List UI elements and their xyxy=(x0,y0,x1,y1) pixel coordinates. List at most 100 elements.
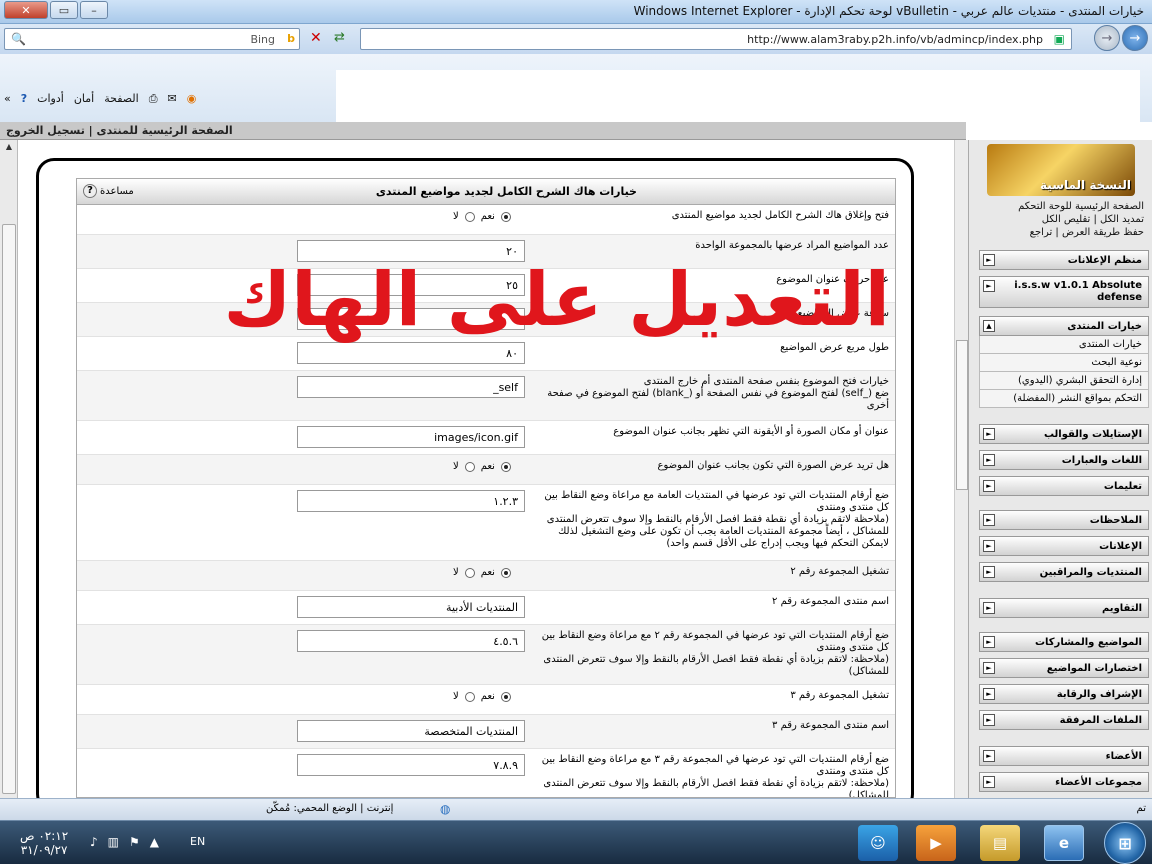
sidebar-group[interactable]: ► التقاويم xyxy=(979,598,1149,618)
option-input[interactable]: ٤.٥.٦ xyxy=(297,630,525,652)
rss-icon[interactable]: ◉ xyxy=(187,92,197,106)
expand-icon[interactable]: ► xyxy=(983,662,995,674)
media-player-icon[interactable]: ▶ xyxy=(916,825,956,861)
expand-icon[interactable]: ► xyxy=(983,750,995,762)
help-icon[interactable]: ? xyxy=(21,92,27,106)
sidebar-group[interactable]: ► اللغات والعبارات xyxy=(979,450,1149,470)
sidebar-group[interactable]: ► الإشراف والرقابة xyxy=(979,684,1149,704)
option-input[interactable]: ٢٠ xyxy=(297,240,525,262)
mail-icon[interactable]: ✉ xyxy=(168,92,177,106)
radio-no[interactable] xyxy=(464,691,475,702)
yes-no-radio[interactable]: نعم لا xyxy=(453,211,511,222)
save-view-links[interactable]: حفظ طريقة العرض | تراجع xyxy=(1018,226,1144,239)
sidebar-group[interactable]: ► الإستايلات والقوالب xyxy=(979,424,1149,444)
expand-collapse-links[interactable]: تمديد الكل | تقليص الكل xyxy=(1018,213,1144,226)
option-input[interactable]: ٢ xyxy=(297,308,525,330)
expand-icon[interactable]: ► xyxy=(983,566,995,578)
sidebar-group[interactable]: ▲ خيارات المنتدى xyxy=(979,316,1149,336)
option-input[interactable]: المنتديات المتخصصة xyxy=(297,720,525,742)
page-menu[interactable]: الصفحة xyxy=(104,92,139,106)
sidebar-group[interactable]: ► i.s.s.w v1.0.1 Absolute defense xyxy=(979,276,1149,308)
radio-yes[interactable] xyxy=(500,461,511,472)
sidebar-group[interactable]: ► مجموعات الأعضاء xyxy=(979,772,1149,792)
expand-icon[interactable]: ► xyxy=(983,454,995,466)
radio-yes[interactable] xyxy=(500,211,511,222)
logout-link[interactable]: تسجيل الخروج xyxy=(6,124,85,137)
collapse-icon[interactable]: ▲ xyxy=(983,320,995,332)
radio-no[interactable] xyxy=(464,461,475,472)
sidebar-group[interactable]: ► الملفات المرفقة xyxy=(979,710,1149,730)
expand-icon[interactable]: ► xyxy=(983,776,995,788)
yes-no-radio[interactable]: نعم لا xyxy=(453,691,511,702)
sidebar-group[interactable]: ► الأعضاء xyxy=(979,746,1149,766)
sidebar-subitem[interactable]: نوعية البحث xyxy=(979,354,1149,372)
expand-icon[interactable]: ► xyxy=(983,280,995,292)
tray-expand-icon[interactable]: ▲ xyxy=(150,835,159,849)
yes-no-radio[interactable]: نعم لا xyxy=(453,567,511,578)
scroll-up-icon[interactable]: ▲ xyxy=(2,142,16,156)
volume-icon[interactable]: ♪ xyxy=(90,835,98,849)
chevron-icon[interactable]: « xyxy=(4,92,11,106)
option-input[interactable]: المنتديات الأدبية xyxy=(297,596,525,618)
language-indicator[interactable]: EN xyxy=(190,835,205,848)
option-input[interactable]: ٢٥ xyxy=(297,274,525,296)
radio-no[interactable] xyxy=(464,211,475,222)
sidebar-group[interactable]: ► الملاحظات xyxy=(979,510,1149,530)
sidebar-group[interactable]: ► اختصارات المواضيع xyxy=(979,658,1149,678)
expand-icon[interactable]: ► xyxy=(983,636,995,648)
back-icon[interactable]: → xyxy=(1122,25,1148,51)
expand-icon[interactable]: ► xyxy=(983,714,995,726)
option-input[interactable]: images/icon.gif xyxy=(297,426,525,448)
option-input[interactable]: _self xyxy=(297,376,525,398)
expand-icon[interactable]: ► xyxy=(983,540,995,552)
scroll-thumb[interactable] xyxy=(2,224,16,794)
option-input[interactable]: ١.٢.٣ xyxy=(297,490,525,512)
sidebar-subitem[interactable]: التحكم بمواقع النشر (المفضلة) xyxy=(979,390,1149,408)
radio-no[interactable] xyxy=(464,567,475,578)
expand-icon[interactable]: ► xyxy=(983,514,995,526)
option-label: اسم منتدى المجموعة رقم ٢ xyxy=(772,596,889,607)
print-icon[interactable]: ⎙ xyxy=(149,92,158,106)
expand-icon[interactable]: ► xyxy=(983,254,995,266)
network-icon[interactable]: ▥ xyxy=(108,835,119,849)
forum-home-link[interactable]: الصفحة الرئيسية للمنتدى xyxy=(97,124,233,137)
expand-icon[interactable]: ► xyxy=(983,428,995,440)
yes-no-radio[interactable]: نعم لا xyxy=(453,461,511,472)
sidebar-group[interactable]: ► منظم الإعلانات xyxy=(979,250,1149,270)
content-scroll-thumb[interactable] xyxy=(956,340,968,490)
expand-icon[interactable]: ► xyxy=(983,602,995,614)
stop-icon[interactable]: ✕ xyxy=(310,30,322,46)
cp-home-link[interactable]: الصفحة الرئيسية للوحة التحكم xyxy=(1018,200,1144,213)
page-scrollbar[interactable]: ▲ xyxy=(0,140,18,798)
internet-explorer-icon[interactable]: e xyxy=(1044,825,1084,861)
close-window-button[interactable]: ✕ xyxy=(4,1,48,19)
clock[interactable]: ٠٢:١٢ ص ٣١/٠٩/٢٧ xyxy=(20,829,68,857)
content-scrollbar[interactable] xyxy=(954,140,968,798)
expand-icon[interactable]: ► xyxy=(983,480,995,492)
maximize-window-button[interactable]: ▭ xyxy=(50,1,78,19)
option-input[interactable]: ٨٠ xyxy=(297,342,525,364)
minimize-window-button[interactable]: – xyxy=(80,1,108,19)
search-input[interactable]: 🔍 Bing b xyxy=(4,28,300,50)
sidebar-group[interactable]: ► المنتديات والمراقبين xyxy=(979,562,1149,582)
option-input[interactable]: ٧.٨.٩ xyxy=(297,754,525,776)
refresh-icon[interactable]: ⇄ xyxy=(334,30,345,45)
radio-yes[interactable] xyxy=(500,567,511,578)
messenger-icon[interactable]: ☺ xyxy=(858,825,898,861)
expand-icon[interactable]: ► xyxy=(983,688,995,700)
action-center-icon[interactable]: ⚑ xyxy=(129,835,140,849)
sidebar-subitem[interactable]: خيارات المنتدى xyxy=(979,336,1149,354)
radio-yes[interactable] xyxy=(500,691,511,702)
safety-menu[interactable]: أمان xyxy=(74,92,94,106)
sidebar-group[interactable]: ► تعليمات xyxy=(979,476,1149,496)
start-button[interactable]: ⊞ xyxy=(1104,822,1146,864)
tools-menu[interactable]: أدوات xyxy=(37,92,64,106)
address-bar[interactable]: http://www.alam3raby.p2h.info/vb/admincp… xyxy=(360,28,1072,50)
sidebar-group[interactable]: ► الإعلانات xyxy=(979,536,1149,556)
sidebar-group[interactable]: ► المواضيع والمشاركات xyxy=(979,632,1149,652)
help-link[interactable]: مساعدة ? xyxy=(83,184,134,198)
sidebar-subitem[interactable]: إدارة التحقق البشري (اليدوي) xyxy=(979,372,1149,390)
explorer-icon[interactable]: ▤ xyxy=(980,825,1020,861)
forward-icon[interactable]: → xyxy=(1094,25,1120,51)
search-icon[interactable]: 🔍 xyxy=(11,32,26,46)
